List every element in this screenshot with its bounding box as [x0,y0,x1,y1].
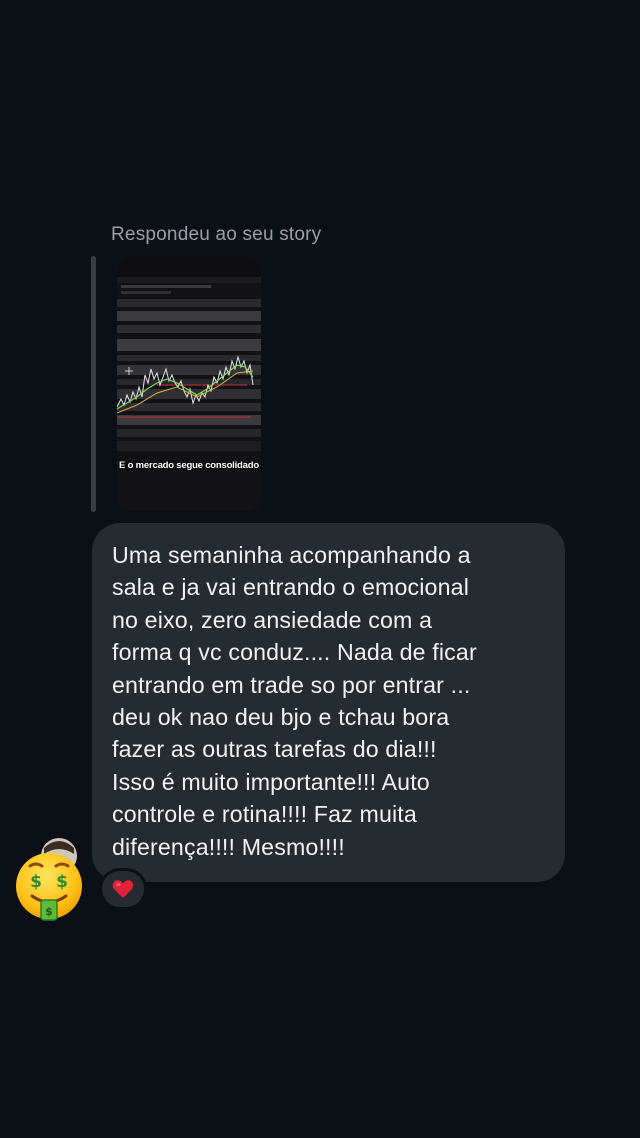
story-thumbnail[interactable]: E o mercado segue consolidado [117,257,261,511]
svg-text:$: $ [30,872,42,892]
chat-screen: Respondeu ao seu story E o mercado segue… [0,0,640,1138]
reply-indicator-bar [91,256,96,512]
story-caption: E o mercado segue consolidado [119,460,259,471]
message-line: sala e ja vai entrando o emocional [112,574,469,601]
svg-text:$: $ [56,872,68,892]
message-line: fazer as outras tarefas do dia!!! [112,736,437,763]
reaction-badge[interactable] [99,868,147,910]
story-chart-image [117,257,261,511]
message-line: entrando em trade so por entrar ... [112,671,471,698]
message-line: forma q vc conduz.... Nada de ficar [112,639,477,666]
message-line: Uma semaninha acompanhando a [112,542,471,568]
reply-context-label: Respondeu ao seu story [111,224,322,245]
message-bubble[interactable]: Uma semaninha acompanhando a sala e ja v… [92,523,565,882]
heart-icon [112,880,134,898]
message-line: diferença!!!! Mesmo!!!! [112,833,345,860]
message-line: no eixo, zero ansiedade com a [112,606,433,633]
message-line: Isso é muito importante!!! Auto [112,768,430,795]
message-line: controle e rotina!!!! Faz muita [112,801,417,828]
message-line: deu ok nao deu bjo e tchau bora [112,704,450,731]
sender-avatar[interactable]: $ $ $ [14,836,88,926]
money-mouth-face-icon: $ $ $ [16,838,82,921]
svg-text:$: $ [45,905,53,918]
